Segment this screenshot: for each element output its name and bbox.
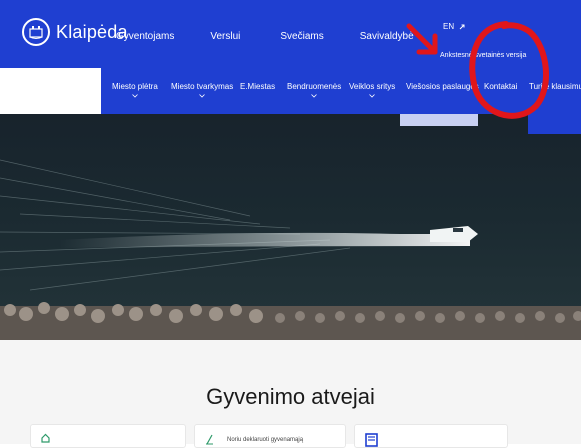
language-label: EN xyxy=(443,22,455,31)
subnav-label: E.Miestas xyxy=(240,82,276,91)
subnav-bendruomenes[interactable]: Bendruomenės xyxy=(287,82,341,98)
klaipeda-logo-icon xyxy=(22,18,50,46)
section-title: Gyvenimo atvejai xyxy=(206,384,375,409)
chevron-down-icon xyxy=(369,94,375,98)
chevron-down-icon xyxy=(199,94,205,98)
subnav-label: Miesto tvarkymas xyxy=(171,82,234,91)
pen-icon xyxy=(206,434,213,445)
life-event-card[interactable]: Noriu deklaruoti gyvenamąją xyxy=(194,424,346,448)
document-icon xyxy=(365,433,378,447)
nav-gyventojams[interactable]: Gyventojams xyxy=(116,31,174,42)
subnav-label: Veiklos sritys xyxy=(349,82,396,91)
nav-verslui[interactable]: Verslui xyxy=(210,31,240,42)
life-event-card[interactable] xyxy=(354,424,508,448)
life-event-card[interactable] xyxy=(30,424,186,448)
subnav-label: Bendruomenės xyxy=(287,82,342,91)
annotation-circle-icon xyxy=(469,21,549,119)
chevron-down-icon xyxy=(311,94,317,98)
hero-image xyxy=(0,114,581,340)
annotation-arrow-icon xyxy=(406,23,438,55)
subnav-veiklos-sritys[interactable]: Veiklos sritys xyxy=(349,82,395,98)
nav-sveciams[interactable]: Svečiams xyxy=(280,31,323,42)
site-logo[interactable]: Klaipėda xyxy=(22,18,128,46)
subnav-e-miestas[interactable]: E.Miestas xyxy=(240,82,275,91)
house-icon xyxy=(41,433,50,443)
chevron-down-icon xyxy=(132,94,138,98)
life-events-section: Gyvenimo atvejai Noriu deklaruoti gyvena… xyxy=(0,340,581,448)
subnav-miesto-pletra[interactable]: Miesto plėtra xyxy=(112,82,158,98)
subnav-label: Miesto plėtra xyxy=(112,82,158,91)
top-nav: Gyventojams Verslui Svečiams Savivaldybė xyxy=(116,31,450,42)
card-label: Noriu deklaruoti gyvenamąją xyxy=(227,437,304,443)
subnav-miesto-tvarkymas[interactable]: Miesto tvarkymas xyxy=(171,82,233,98)
